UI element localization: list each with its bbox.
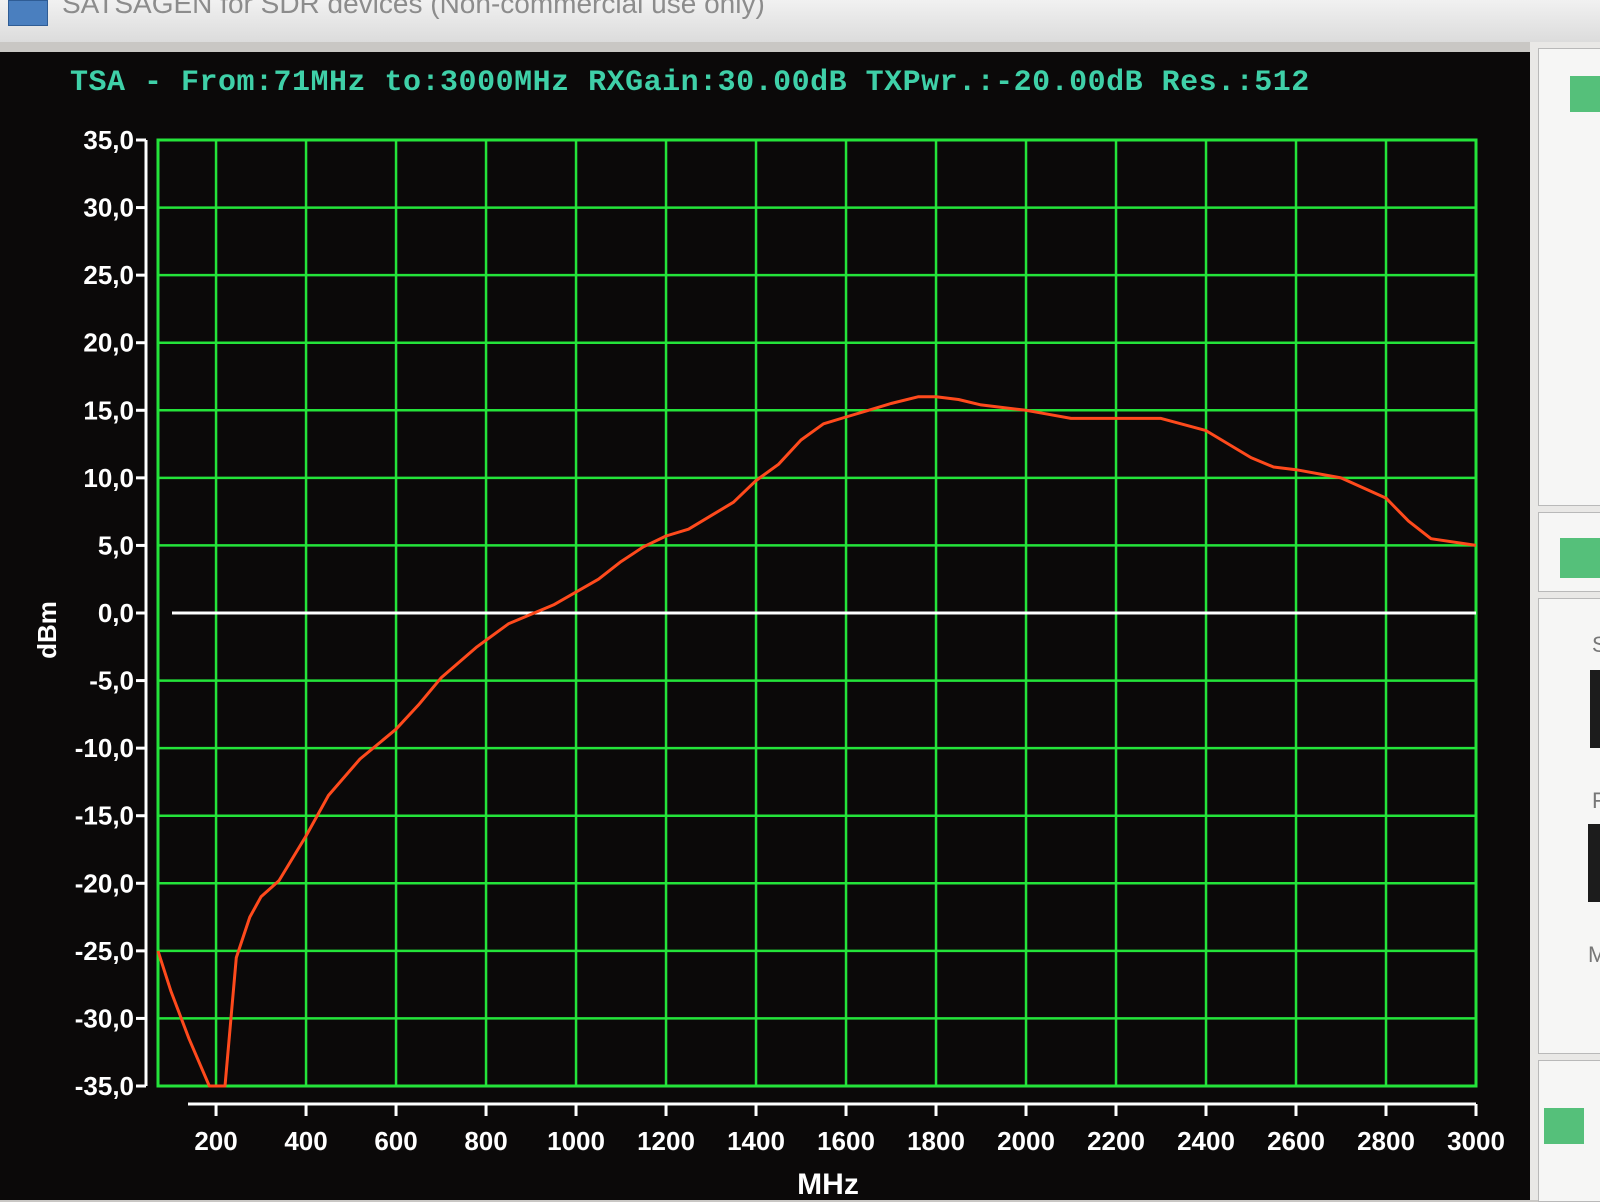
y-axis-label: dBm bbox=[32, 601, 62, 659]
y-tick-label: -20,0 bbox=[75, 868, 134, 898]
y-tick-label: 5,0 bbox=[98, 530, 134, 560]
y-tick-label: 35,0 bbox=[83, 125, 134, 155]
x-tick-label: 1600 bbox=[817, 1126, 875, 1156]
x-tick-label: 1400 bbox=[727, 1126, 785, 1156]
y-tick-label: 15,0 bbox=[83, 395, 134, 425]
y-tick-label: -15,0 bbox=[75, 801, 134, 831]
x-tick-label: 800 bbox=[464, 1126, 507, 1156]
x-tick-label: 400 bbox=[284, 1126, 327, 1156]
y-tick-label: -5,0 bbox=[89, 666, 134, 696]
y-tick-label: 30,0 bbox=[83, 193, 134, 223]
trace-line bbox=[156, 395, 1477, 1088]
x-tick-label: 2400 bbox=[1177, 1126, 1235, 1156]
y-tick-label: -10,0 bbox=[75, 733, 134, 763]
x-tick-label: 1200 bbox=[637, 1126, 695, 1156]
y-tick-label: -25,0 bbox=[75, 936, 134, 966]
x-tick-label: 2000 bbox=[997, 1126, 1055, 1156]
x-tick-label: 600 bbox=[374, 1126, 417, 1156]
spectrum-chart: 35,0 30,0 25,0 20,0 15,0 10,0 5,0 0,0 -5,0 -10,0 -… bbox=[32, 125, 1505, 1200]
y-tick-label: 0,0 bbox=[98, 598, 134, 628]
y-tick-label: 20,0 bbox=[83, 328, 134, 358]
x-tick-label: 200 bbox=[194, 1126, 237, 1156]
y-tick-label: 25,0 bbox=[83, 260, 134, 290]
trace-series bbox=[156, 395, 1477, 1088]
y-tick-label: 10,0 bbox=[83, 463, 134, 493]
x-axis-label: MHz bbox=[797, 1168, 859, 1200]
grid bbox=[156, 138, 1478, 1088]
x-tick-label: 2600 bbox=[1267, 1126, 1325, 1156]
y-tick-label: -30,0 bbox=[75, 1003, 134, 1033]
x-tick-label: 2800 bbox=[1357, 1126, 1415, 1156]
axis-labels: MHz dBm bbox=[32, 601, 859, 1200]
axes: 35,0 30,0 25,0 20,0 15,0 10,0 5,0 0,0 -5,0 -10,0 -… bbox=[75, 125, 1505, 1156]
x-tick-label: 3000 bbox=[1447, 1126, 1505, 1156]
x-tick-label: 2200 bbox=[1087, 1126, 1145, 1156]
y-tick-label: -35,0 bbox=[75, 1071, 134, 1101]
x-tick-label: 1000 bbox=[547, 1126, 605, 1156]
x-tick-label: 1800 bbox=[907, 1126, 965, 1156]
